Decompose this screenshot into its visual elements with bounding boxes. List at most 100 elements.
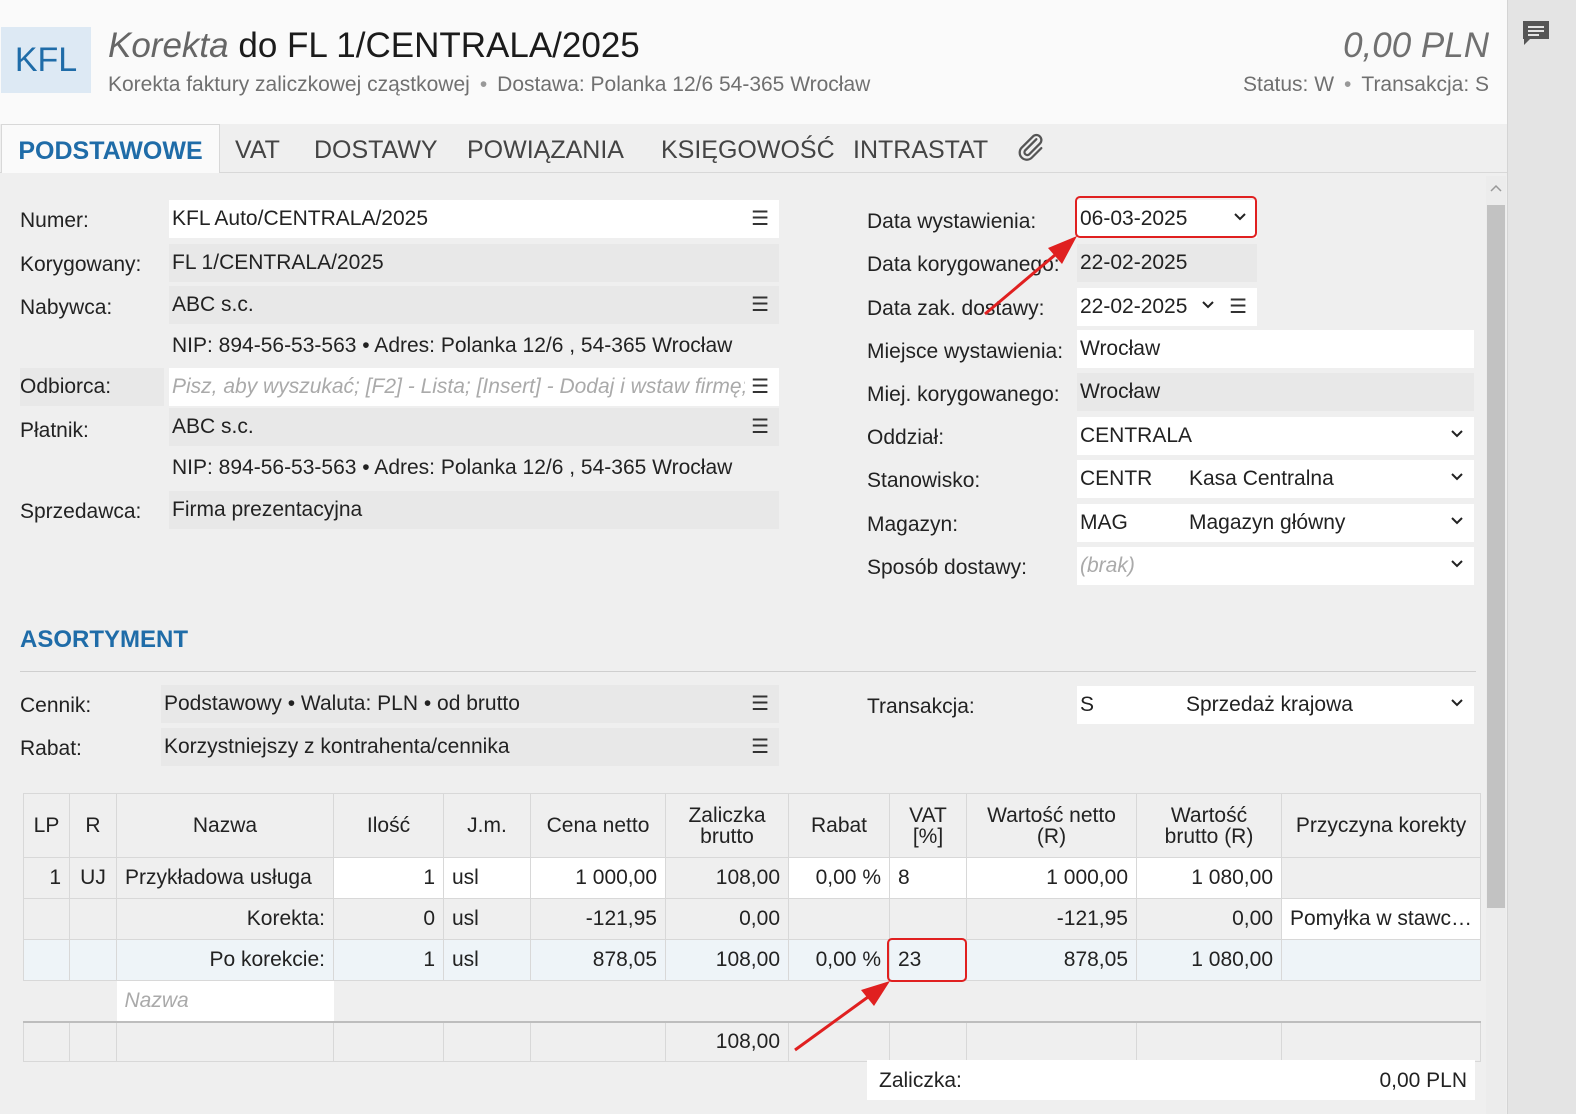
cell-nazwa[interactable]: Przykładowa usługa: [116, 857, 334, 899]
menu-icon[interactable]: ☰: [751, 408, 769, 446]
col-header-rabat[interactable]: Rabat: [788, 793, 890, 858]
tab-vat[interactable]: VAT: [235, 124, 280, 172]
rabat-field[interactable]: Korzystniejszy z kontrahenta/cennika ☰: [161, 728, 779, 766]
chevron-down-icon[interactable]: [1450, 516, 1464, 526]
menu-icon[interactable]: ☰: [1229, 288, 1247, 326]
cennik-label: Cennik:: [20, 694, 92, 717]
chevron-down-icon[interactable]: [1450, 429, 1464, 439]
transakcja-select[interactable]: S Sprzedaż krajowa: [1077, 686, 1474, 724]
table-row[interactable]: 1 UJ Przykładowa usługa 1 usl 1 000,00 1…: [23, 857, 1482, 899]
subtitle-delivery: Dostawa: Polanka 12/6 54-365 Wrocław: [497, 73, 871, 96]
cell-jm: usl: [443, 939, 531, 981]
col-header-wartosc-brutto[interactable]: Wartość brutto (R): [1136, 793, 1282, 858]
data-korygowanego-value: 22-02-2025: [1080, 251, 1188, 274]
cell-wartosc-brutto[interactable]: 1 080,00: [1136, 857, 1282, 899]
col-header-zaliczka-brutto[interactable]: Zaliczka brutto: [665, 793, 789, 858]
cell-cena-netto[interactable]: 1 000,00: [530, 857, 666, 899]
status-line: Status: W • Transakcja: S: [1243, 73, 1489, 96]
menu-icon[interactable]: ☰: [745, 368, 769, 406]
attachment-icon[interactable]: [1013, 130, 1047, 164]
transakcja-code: S: [1080, 693, 1095, 716]
magazyn-code: MAG: [1080, 511, 1128, 534]
col-header-jm[interactable]: J.m.: [443, 793, 531, 858]
stanowisko-select[interactable]: CENTR Kasa Centralna: [1077, 460, 1474, 498]
page-subtitle: Korekta faktury zaliczkowej cząstkowej • D…: [108, 73, 871, 96]
miej-korygowanego-label: Miej. korygowanego:: [867, 383, 1060, 406]
cell-lp: [23, 898, 70, 940]
col-header-nazwa[interactable]: Nazwa: [116, 793, 334, 858]
menu-icon[interactable]: ☰: [751, 685, 769, 723]
cell-rabat: 0,00 %: [788, 939, 890, 981]
cell-przyczyna: [1280, 939, 1482, 981]
cell-vat: [889, 898, 967, 940]
scroll-up-icon[interactable]: [1489, 183, 1503, 193]
miejsce-wystawienia-input[interactable]: Wrocław: [1077, 330, 1474, 368]
cell-ilosc: 0: [333, 898, 444, 940]
menu-icon[interactable]: ☰: [751, 200, 769, 238]
cell-cena-netto: -121,95: [530, 898, 666, 940]
cennik-field[interactable]: Podstawowy • Waluta: PLN • od brutto ☰: [161, 685, 779, 723]
title-rest: do FL 1/CENTRALA/2025: [238, 26, 640, 65]
col-header-r[interactable]: R: [69, 793, 117, 858]
rabat-label: Rabat:: [20, 737, 82, 760]
rabat-value: Korzystniejszy z kontrahenta/cennika: [164, 735, 510, 758]
cell-przyczyna[interactable]: Pomyłka w stawc…: [1280, 898, 1482, 940]
korygowany-field: FL 1/CENTRALA/2025: [169, 244, 779, 282]
cell-zaliczka-brutto: 108,00: [665, 857, 789, 899]
oddzial-select[interactable]: CENTRALA: [1077, 417, 1474, 455]
magazyn-select[interactable]: MAG Magazyn główny: [1077, 504, 1474, 542]
chevron-down-icon[interactable]: [1201, 300, 1215, 310]
col-header-vat[interactable]: VAT [%]: [889, 793, 967, 858]
page-title: Korekta do FL 1/CENTRALA/2025: [108, 26, 640, 66]
items-table: LP R Nazwa Ilość J.m. Cena netto Zaliczk…: [23, 793, 1482, 1062]
col-header-cena-netto[interactable]: Cena netto: [530, 793, 666, 858]
nabywca-field[interactable]: ABC s.c. ☰: [169, 286, 779, 324]
tab-dostawy[interactable]: DOSTAWY: [314, 124, 438, 172]
scrollbar-thumb[interactable]: [1487, 205, 1505, 908]
table-row[interactable]: Po korekcie: 1 usl 878,05 108,00 0,00 % …: [23, 939, 1482, 981]
numer-field[interactable]: KFL Auto/CENTRALA/2025 ☰: [169, 200, 779, 238]
tab-podstawowe[interactable]: PODSTAWOWE: [1, 124, 220, 173]
chevron-down-icon[interactable]: [1450, 472, 1464, 482]
tab-powiazania[interactable]: POWIĄZANIA: [467, 124, 624, 172]
col-header-lp[interactable]: LP: [23, 793, 70, 858]
sposob-dostawy-label: Sposób dostawy:: [867, 556, 1027, 579]
chevron-down-icon[interactable]: [1450, 698, 1464, 708]
document-window: KFL Korekta do FL 1/CENTRALA/2025 Korekt…: [0, 0, 1507, 1114]
sposob-dostawy-select[interactable]: (brak): [1077, 547, 1474, 585]
tab-ksiegowosc[interactable]: KSIĘGOWOŚĆ: [661, 124, 835, 172]
col-header-wartosc-netto[interactable]: Wartość netto (R): [966, 793, 1137, 858]
nabywca-label: Nabywca:: [20, 296, 113, 319]
data-korygowanego-label: Data korygowanego:: [867, 253, 1060, 276]
platnik-label: Płatnik:: [20, 419, 89, 442]
chevron-down-icon[interactable]: [1450, 559, 1464, 569]
document-header: KFL Korekta do FL 1/CENTRALA/2025 Korekt…: [0, 0, 1507, 124]
platnik-field[interactable]: ABC s.c. ☰: [169, 408, 779, 446]
cell-rabat[interactable]: 0,00 %: [788, 857, 890, 899]
totals-row: 108,00: [23, 1020, 1482, 1062]
document-type-badge: KFL: [1, 27, 91, 93]
tab-intrastat[interactable]: INTRASTAT: [853, 124, 988, 172]
table-row[interactable]: Korekta: 0 usl -121,95 0,00 -121,95 0,00…: [23, 898, 1482, 940]
cell-wartosc-netto: -121,95: [966, 898, 1137, 940]
cell-przyczyna[interactable]: [1280, 857, 1482, 899]
col-header-przyczyna[interactable]: Przyczyna korekty: [1280, 793, 1482, 858]
cell-vat[interactable]: 8: [889, 857, 967, 899]
data-zak-dostawy-datepicker[interactable]: 22-02-2025 ☰: [1077, 288, 1257, 326]
odbiorca-search-input[interactable]: Pisz, aby wyszukać; [F2] - Lista; [Inser…: [169, 368, 779, 406]
cell-wartosc-netto[interactable]: 1 000,00: [966, 857, 1137, 899]
col-header-ilosc[interactable]: Ilość: [333, 793, 444, 858]
transakcja-name: Sprzedaż krajowa: [1186, 693, 1353, 716]
zaliczka-label: Zaliczka:: [879, 1069, 962, 1092]
menu-icon[interactable]: ☰: [751, 728, 769, 766]
new-item-name-input[interactable]: Nazwa: [116, 980, 334, 1022]
cell-cena-netto: 878,05: [530, 939, 666, 981]
chat-icon[interactable]: [1520, 18, 1552, 48]
cell-jm[interactable]: usl: [443, 857, 531, 899]
menu-icon[interactable]: ☰: [751, 286, 769, 324]
cell-ilosc[interactable]: 1: [333, 857, 444, 899]
cell-ilosc: 1: [333, 939, 444, 981]
cell-r: [69, 898, 117, 940]
new-row[interactable]: Nazwa: [24, 980, 1481, 1022]
cell-wartosc-brutto: 1 080,00: [1136, 939, 1282, 981]
